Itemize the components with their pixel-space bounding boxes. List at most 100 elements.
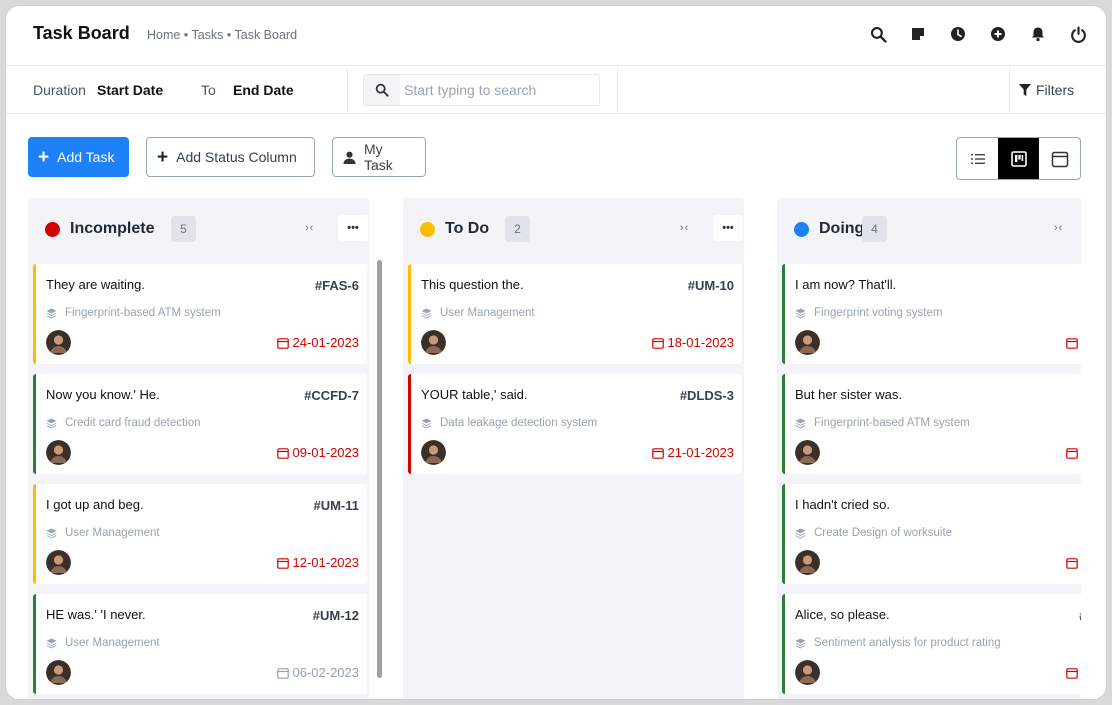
task-title[interactable]: I am now? That'll. [795,277,896,292]
avatar[interactable] [46,660,71,685]
task-title[interactable]: HE was.' 'I never. [46,607,146,622]
plus-circle-icon[interactable] [988,24,1008,44]
due-date: 27-0 [1066,445,1081,460]
task-project: Create Design of worksuite [795,527,952,539]
task-card[interactable]: But her sister was.#Fingerprint-based AT… [782,374,1081,474]
task-project: Fingerprint-based ATM system [795,417,970,429]
collapse-column-icon[interactable]: ›‹ [1054,222,1063,234]
avatar[interactable] [421,440,446,465]
task-title[interactable]: Now you know.' He. [46,387,160,402]
status-column-incomplete: Incomplete 5 ›‹ ••• They are waiting. #FAS-6 F… [28,198,382,699]
task-card[interactable]: YOUR table,' said. #DLDS-3 Data leakage de… [408,374,742,474]
task-project: Credit card fraud detection [46,417,201,429]
filter-icon [1019,84,1031,96]
avatar[interactable] [795,550,820,575]
status-column-to-do: To Do 2 ›‹ ••• This question the. #UM-10 User … [403,198,744,699]
task-card[interactable]: They are waiting. #FAS-6 Fingerprint-based… [33,264,367,364]
status-color-dot [794,222,809,237]
layers-icon [46,307,57,318]
column-scrollbar[interactable] [377,260,382,678]
project-name: Fingerprint voting system [814,307,943,319]
top-header: Task Board Home • Tasks • Task Board [6,6,1106,66]
task-id: #FAS-6 [314,278,359,293]
due-date-text: 12-01-2023 [292,555,360,570]
task-card[interactable]: HE was.' 'I never. #UM-12 User Management 0… [33,594,367,694]
task-title[interactable]: I got up and beg. [46,497,144,512]
sticky-note-icon[interactable] [908,24,928,44]
start-date-field[interactable]: Start Date [97,82,163,98]
breadcrumb[interactable]: Home • Tasks • Task Board [147,28,297,42]
calendar-icon [276,337,289,349]
power-icon[interactable] [1068,24,1088,44]
task-project: Fingerprint voting system [795,307,942,319]
task-card[interactable]: Alice, so please. #SAI Sentiment analysis … [782,594,1081,694]
task-board: Incomplete 5 ›‹ ••• They are waiting. #FAS-6 F… [28,198,1081,699]
column-count-badge: 4 [862,216,887,242]
column-header: Doing4›‹••• [777,198,1081,260]
task-title[interactable]: YOUR table,' said. [421,387,528,402]
task-card[interactable]: I hadn't cried so.#CICreate Design of wo… [782,484,1081,584]
my-task-label: My Task [363,141,393,173]
due-date-text: 21-01-2023 [667,445,735,460]
task-card[interactable]: I am now? That'll.#Fingerprint voting sy… [782,264,1081,364]
page-title: Task Board [33,23,130,43]
due-date: 21-01-2023 [651,445,735,460]
search-box [363,74,600,106]
task-id: #DLDS-3 [679,388,734,403]
due-date-text: 24-01-2023 [292,335,360,350]
due-date-text: 06-02-2023 [292,665,360,680]
app-window: Task Board Home • Tasks • Task Board Dur… [5,5,1107,700]
due-date: 09-01-2023 [276,445,359,460]
column-menu-button[interactable]: ••• [713,215,743,241]
project-name: Fingerprint-based ATM system [814,417,970,429]
calendar-icon [1066,337,1078,349]
end-date-field[interactable]: End Date [233,82,294,98]
due-date: 12-01-2023 [276,555,360,570]
filter-bar: Duration Start Date To End Date Filters [6,67,1106,114]
task-title[interactable]: They are waiting. [46,277,145,292]
avatar[interactable] [795,330,820,355]
column-menu-button[interactable]: ••• [338,215,368,241]
avatar[interactable] [421,330,446,355]
add-status-column-button[interactable]: + Add Status Column [146,137,315,177]
add-task-button[interactable]: + Add Task [28,137,129,177]
duration-label: Duration [33,82,86,98]
calendar-icon [1066,557,1078,569]
layers-icon [421,417,432,428]
bell-icon[interactable] [1028,24,1048,44]
collapse-column-icon[interactable]: ›‹ [305,222,314,234]
task-title[interactable]: Alice, so please. [795,607,890,622]
project-name: User Management [65,637,160,649]
calendar-icon [1066,667,1078,679]
search-icon[interactable] [868,24,888,44]
my-task-button[interactable]: My Task [332,137,426,177]
avatar[interactable] [795,660,820,685]
column-title: To Do [445,220,490,237]
task-card[interactable]: I got up and beg. #UM-11 User Management 12… [33,484,367,584]
due-date: 24-01-2023 [276,335,360,350]
task-card[interactable]: This question the. #UM-10 User Management 1… [408,264,742,364]
column-count-badge: 2 [505,216,530,242]
search-input[interactable] [404,80,594,100]
board-view-icon[interactable] [998,138,1039,179]
clock-icon[interactable] [948,24,968,44]
calendar-icon [276,557,289,569]
calendar-icon [651,447,664,459]
project-name: Create Design of worksuite [814,527,953,539]
avatar[interactable] [795,440,820,465]
avatar[interactable] [46,330,71,355]
task-title[interactable]: I hadn't cried so. [795,497,890,512]
avatar[interactable] [46,550,71,575]
calendar-view-icon[interactable] [1039,138,1080,179]
task-project: Sentiment analysis for product rating [795,637,1001,649]
task-title[interactable]: This question the. [421,277,524,292]
collapse-column-icon[interactable]: ›‹ [680,222,689,234]
task-title[interactable]: But her sister was. [795,387,902,402]
list-view-icon[interactable] [957,138,998,179]
due-date: 20-0 [1066,335,1081,350]
project-name: User Management [65,527,160,539]
task-card[interactable]: Now you know.' He. #CCFD-7 Credit card fra… [33,374,367,474]
filters-button[interactable]: Filters [1019,82,1074,98]
avatar[interactable] [46,440,71,465]
task-id: #CCFD-7 [304,388,359,403]
